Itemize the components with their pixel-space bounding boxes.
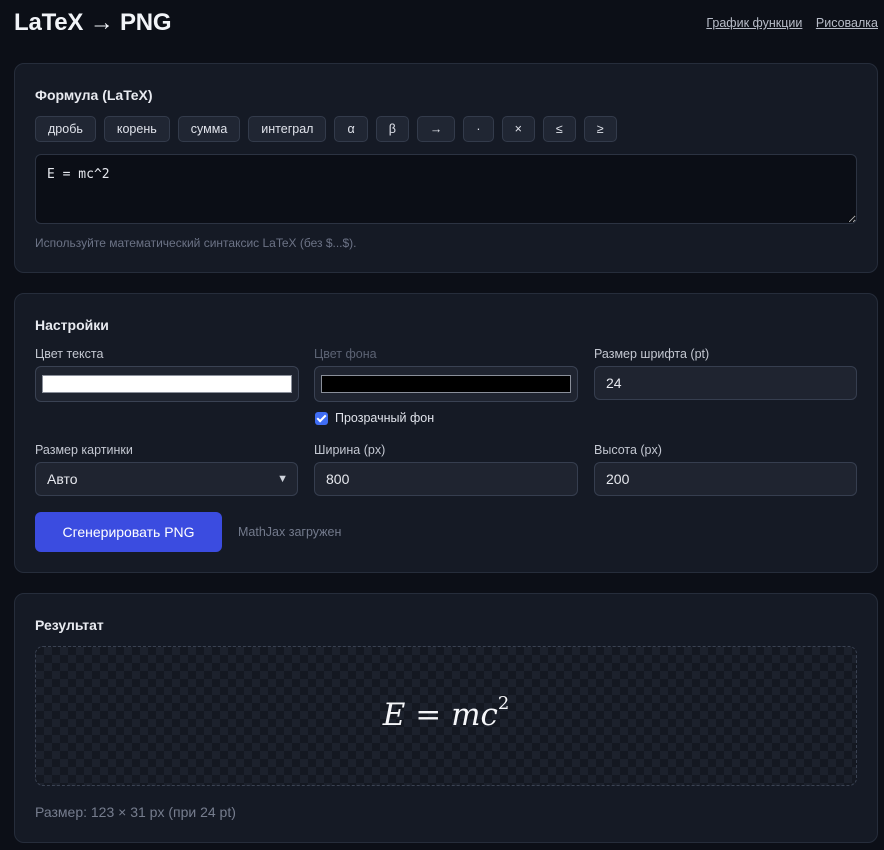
- bg-color-picker[interactable]: [314, 366, 578, 402]
- image-size-label: Размер картинки: [35, 443, 133, 457]
- snippet-integral-button[interactable]: интеграл: [248, 116, 327, 142]
- font-size-label: Размер шрифта (pt): [594, 347, 710, 361]
- result-card-title: Результат: [35, 617, 104, 633]
- text-color-label: Цвет текста: [35, 347, 104, 361]
- formula-card-title: Формула (LaTeX): [35, 87, 153, 103]
- settings-card: Настройки Цвет текста Цвет фона Размер ш…: [14, 293, 878, 573]
- formula-lhs: E: [382, 697, 406, 733]
- formula-equals: =: [415, 697, 442, 733]
- height-input[interactable]: 200: [594, 462, 857, 496]
- snippet-leq-button[interactable]: ≤: [542, 116, 576, 142]
- snippet-alpha-button[interactable]: α: [334, 116, 368, 142]
- latex-hint: Используйте математический синтаксис LaT…: [35, 236, 357, 250]
- width-input[interactable]: 800: [314, 462, 578, 496]
- text-color-swatch: [42, 375, 292, 393]
- snippet-cdot-button[interactable]: ·: [463, 116, 494, 142]
- transparent-bg-label: Прозрачный фон: [335, 411, 435, 425]
- image-size-select[interactable]: Авто ▼: [35, 462, 298, 496]
- app-title: LaTeX → PNG: [14, 9, 172, 36]
- rendered-formula: E = mc2: [36, 695, 856, 734]
- nav-link-drawing[interactable]: Рисовалка: [816, 16, 878, 30]
- formula-base: mc: [451, 697, 498, 733]
- bg-color-label: Цвет фона: [314, 347, 377, 361]
- image-size-value: Авто: [47, 471, 78, 487]
- snippet-beta-button[interactable]: β: [375, 116, 409, 142]
- formula-exponent: 2: [497, 693, 510, 714]
- width-label: Ширина (px): [314, 443, 386, 457]
- snippet-geq-button[interactable]: ≥: [583, 116, 617, 142]
- transparent-bg-checkbox[interactable]: [315, 412, 328, 425]
- font-size-input[interactable]: 24: [594, 366, 857, 400]
- chevron-down-icon: ▼: [277, 473, 288, 485]
- bg-color-swatch: [321, 375, 571, 393]
- top-bar: LaTeX → PNG График функции Рисовалка: [14, 0, 880, 46]
- snippet-toolbar: дробь корень сумма интеграл α β → · × ≤ …: [35, 116, 617, 142]
- snippet-arrow-button[interactable]: →: [416, 116, 456, 142]
- mathjax-status: MathJax загружен: [238, 525, 342, 539]
- top-nav: График функции Рисовалка: [696, 16, 878, 30]
- snippet-fraction-button[interactable]: дробь: [35, 116, 96, 142]
- latex-input[interactable]: E = mc^2: [35, 154, 857, 224]
- snippet-times-button[interactable]: ×: [501, 116, 535, 142]
- result-size-info: Размер: 123 × 31 px (при 24 pt): [35, 804, 236, 820]
- settings-card-title: Настройки: [35, 317, 109, 333]
- result-preview: E = mc2: [35, 646, 857, 786]
- result-card: Результат E = mc2 Размер: 123 × 31 px (п…: [14, 593, 878, 843]
- snippet-root-button[interactable]: корень: [103, 116, 170, 142]
- text-color-picker[interactable]: [35, 366, 299, 402]
- height-label: Высота (px): [594, 443, 662, 457]
- formula-card: Формула (LaTeX) дробь корень сумма интег…: [14, 63, 878, 273]
- snippet-sum-button[interactable]: сумма: [177, 116, 241, 142]
- nav-link-function-graph[interactable]: График функции: [706, 16, 802, 30]
- generate-png-button[interactable]: Сгенерировать PNG: [35, 512, 222, 552]
